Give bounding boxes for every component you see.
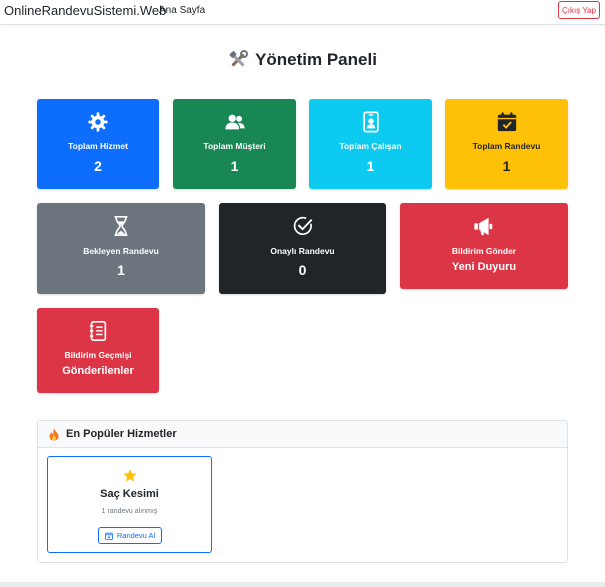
megaphone-icon	[474, 217, 493, 236]
users-icon	[224, 114, 245, 130]
action-label: Bildirim Gönder	[451, 246, 517, 256]
page-footer-bar	[0, 582, 605, 587]
page-title-text: Yönetim Paneli	[255, 50, 377, 69]
fire-icon	[49, 428, 59, 440]
popular-services-panel: En Popüler Hizmetler Saç Kesimi 1 randev…	[37, 420, 568, 563]
stat-value: 0	[298, 262, 307, 278]
calendar-plus-icon	[104, 532, 113, 540]
stat-card-services[interactable]: Toplam Hizmet 2	[37, 99, 159, 189]
stat-label: Toplam Müşteri	[203, 141, 266, 151]
stat-label: Toplam Hizmet	[68, 141, 128, 151]
stat-card-pending[interactable]: Bekleyen Randevu 1	[37, 203, 205, 294]
stat-label: Bekleyen Randevu	[83, 246, 159, 256]
stat-value: 2	[94, 158, 102, 174]
stat-label: Onaylı Randevu	[270, 246, 335, 256]
badge-icon	[362, 111, 379, 133]
brand-link[interactable]: OnlineRandevuSistemi.Web	[4, 3, 166, 18]
nav-home-link[interactable]: Ana Sayfa	[159, 5, 205, 16]
action-text: Yeni Duyuru	[451, 261, 517, 273]
stat-card-employees[interactable]: Toplam Çalışan 1	[309, 99, 432, 189]
stat-label: Toplam Randevu	[472, 141, 541, 151]
page-title: Yönetim Paneli	[0, 50, 605, 70]
popular-services-header: En Popüler Hizmetler	[38, 421, 567, 448]
book-appointment-button[interactable]: Randevu Al	[98, 527, 162, 544]
gear-icon	[88, 112, 108, 132]
stat-card-appointments[interactable]: Toplam Randevu 1	[445, 99, 568, 189]
stat-value: 1	[117, 262, 125, 278]
stat-value: 1	[366, 158, 375, 174]
stat-value: 1	[230, 158, 239, 174]
stat-card-approved[interactable]: Onaylı Randevu 0	[219, 203, 386, 294]
service-appointment-count: 1 randevu alınmış	[101, 508, 158, 515]
popular-services-title: En Popüler Hizmetler	[66, 428, 177, 440]
service-card: Saç Kesimi 1 randevu alınmış Randevu Al	[47, 456, 212, 553]
hourglass-icon	[114, 216, 128, 236]
stat-label: Toplam Çalışan	[339, 141, 402, 151]
calendar-check-icon	[497, 112, 516, 132]
star-icon	[122, 468, 137, 482]
tools-icon	[229, 50, 249, 67]
stat-value: 1	[502, 158, 511, 174]
action-text: Gönderilenler	[62, 365, 134, 377]
service-name: Saç Kesimi	[100, 488, 159, 500]
notification-history-card[interactable]: Bildirim Geçmişi Gönderilenler	[37, 308, 159, 393]
check-circle-icon	[293, 216, 312, 235]
logout-button[interactable]: Çıkış Yap	[558, 1, 600, 19]
action-label: Bildirim Geçmişi	[64, 350, 132, 360]
navbar: OnlineRandevuSistemi.Web Ana Sayfa Çıkış…	[0, 0, 605, 25]
book-appointment-label: Randevu Al	[116, 531, 156, 540]
stat-card-customers[interactable]: Toplam Müşteri 1	[173, 99, 296, 189]
send-notification-card[interactable]: Bildirim Gönder Yeni Duyuru	[400, 203, 568, 289]
journal-icon	[89, 321, 107, 341]
